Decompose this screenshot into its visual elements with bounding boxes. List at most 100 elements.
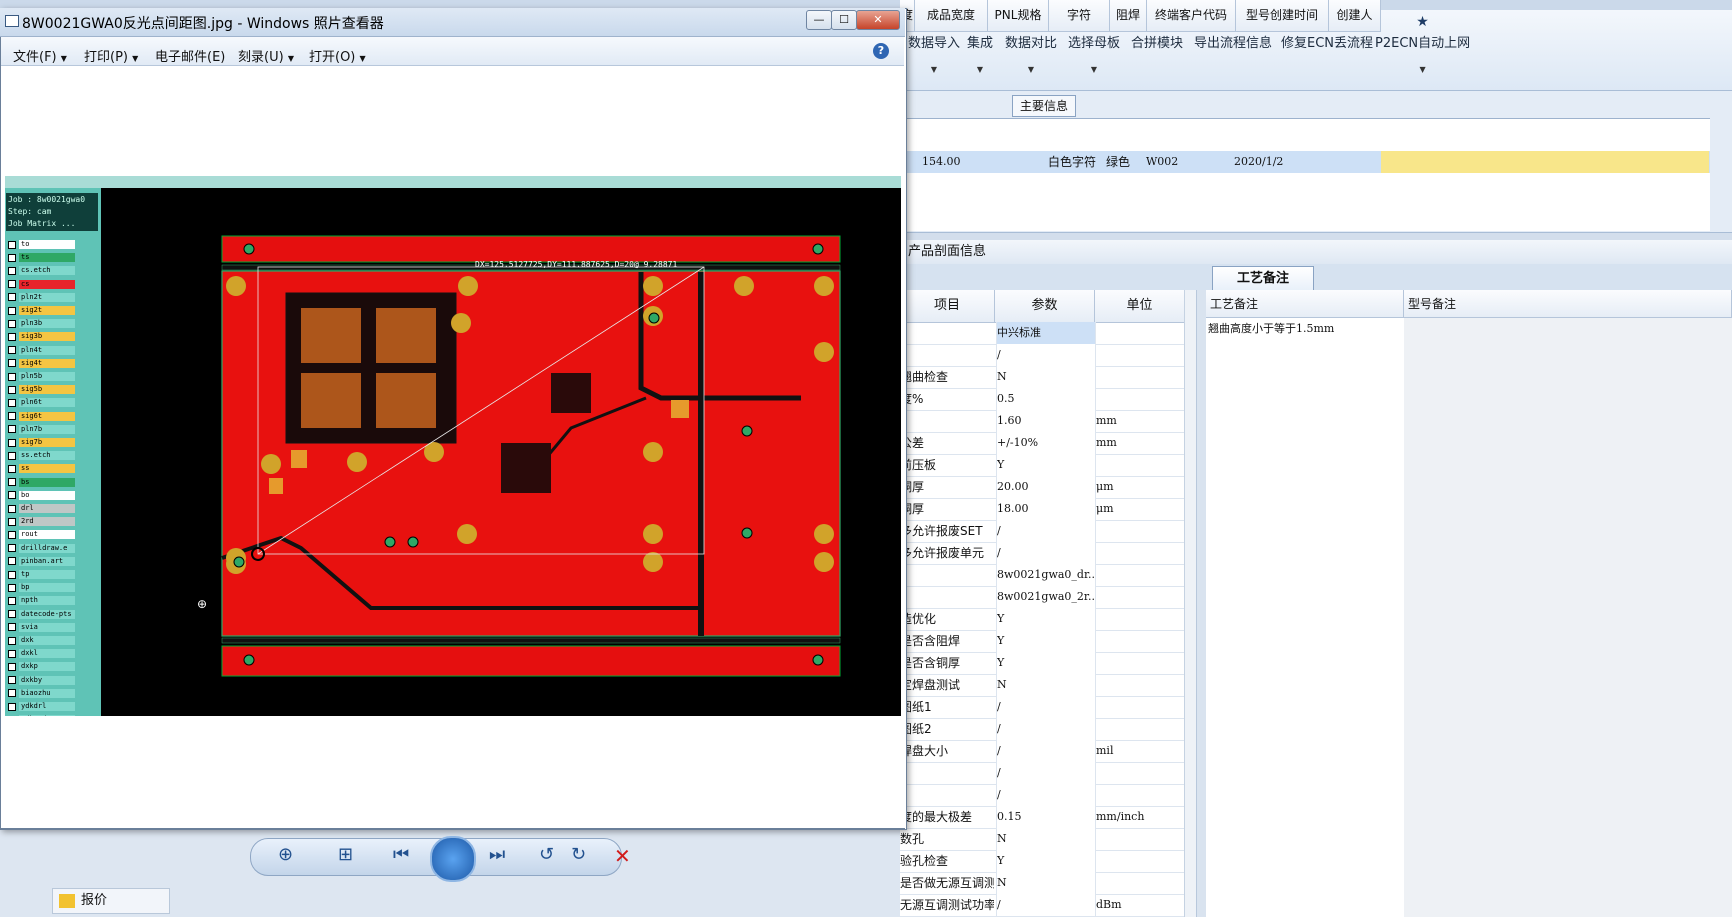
param-value[interactable]: / — [996, 520, 1095, 542]
model-note-area[interactable] — [1404, 318, 1732, 917]
param-value[interactable]: / — [996, 740, 1095, 762]
table-row[interactable]: 验孔检查 Y — [900, 850, 1184, 873]
table-row[interactable]: 焊盘大小 / mil — [900, 740, 1184, 763]
column-header[interactable]: 字符 — [1049, 0, 1110, 32]
param-item: 前压板 — [900, 458, 937, 472]
param-value[interactable]: / — [996, 762, 1095, 784]
menu-file[interactable]: 文件(F) ▼ — [13, 46, 67, 65]
next-icon[interactable]: ⏭ — [489, 844, 505, 865]
slideshow-button[interactable] — [430, 836, 476, 882]
table-row[interactable]: 造优化 Y — [900, 608, 1184, 631]
param-value[interactable]: / — [996, 894, 1095, 916]
param-value[interactable]: N — [996, 872, 1095, 894]
quote-button[interactable]: 报价 — [52, 888, 170, 914]
param-unit — [1095, 652, 1185, 674]
param-value[interactable]: Y — [996, 850, 1095, 872]
chevron-down-icon[interactable]: ▼ — [1005, 65, 1057, 74]
help-icon[interactable]: ? — [873, 43, 889, 59]
column-header-value[interactable]: 参数 — [995, 290, 1095, 323]
table-row[interactable]: 度% 0.5 — [900, 388, 1184, 411]
param-value[interactable]: 0.5 — [996, 388, 1095, 410]
table-row[interactable]: / — [900, 762, 1184, 785]
chevron-down-icon[interactable]: ▼ — [1068, 65, 1120, 74]
actual-size-icon[interactable]: ⊞ — [338, 844, 353, 865]
param-value[interactable]: / — [996, 784, 1095, 806]
param-value[interactable]: N — [996, 828, 1095, 850]
param-value[interactable]: Y — [996, 454, 1095, 476]
close-button[interactable]: ✕ — [856, 10, 900, 30]
table-row[interactable]: / — [900, 784, 1184, 807]
table-row[interactable]: 1.60 mm — [900, 410, 1184, 433]
param-value[interactable]: 1.60 — [996, 410, 1095, 432]
table-row[interactable]: 多允许报废单元 / — [900, 542, 1184, 565]
delete-icon[interactable]: ✕ — [614, 844, 631, 868]
table-row[interactable]: 多允许报废SET / — [900, 520, 1184, 543]
tab-main-info[interactable]: 主要信息 — [1012, 95, 1076, 117]
param-value[interactable]: 中兴标准 — [996, 322, 1095, 344]
column-header[interactable]: 成品宽度 — [915, 0, 988, 32]
param-value[interactable]: / — [996, 696, 1095, 718]
column-header[interactable]: 阻焊 — [1110, 0, 1147, 32]
cam-layer-item: drl — [8, 504, 82, 513]
menu-email[interactable]: 电子邮件(E) — [155, 46, 225, 65]
table-row[interactable]: 铜厚 20.00 μm — [900, 476, 1184, 499]
column-header[interactable]: 型号创建时间 — [1236, 0, 1329, 32]
menu-open[interactable]: 打开(O) ▼ — [309, 46, 366, 65]
column-header-item[interactable]: 项目 — [900, 290, 995, 323]
table-row[interactable]: 图纸2 / — [900, 718, 1184, 741]
previous-icon[interactable]: ⏮ — [393, 844, 409, 865]
column-header-model-note[interactable]: 型号备注 — [1404, 290, 1732, 318]
menu-burn[interactable]: 刻录(U) ▼ — [238, 46, 294, 65]
column-header[interactable]: 终端客户代码 — [1147, 0, 1236, 32]
minimize-button[interactable]: — — [806, 10, 832, 30]
table-row[interactable]: 是否做无源互调测试N — [900, 872, 1184, 895]
param-value[interactable]: 20.00 — [996, 476, 1095, 498]
zoom-icon[interactable]: ⊕ — [278, 844, 293, 865]
table-row[interactable]: 度的最大极差 0.15 mm/inch — [900, 806, 1184, 829]
param-value[interactable]: / — [996, 718, 1095, 740]
table-row[interactable]: 数孔 N — [900, 828, 1184, 851]
param-value[interactable]: / — [996, 542, 1095, 564]
p2ecn-auto-online-button[interactable]: ★ P2ECN自动上网 ▼ — [1375, 12, 1470, 74]
process-note-text[interactable]: 翘曲高度小于等于1.5mm — [1208, 320, 1334, 336]
table-row[interactable]: 无源互调测试功率 / dBm — [900, 894, 1184, 917]
layer-checkbox-icon — [8, 438, 16, 447]
param-value[interactable]: N — [996, 366, 1095, 388]
chevron-down-icon[interactable]: ▼ — [967, 65, 993, 74]
param-value[interactable]: 0.15 — [996, 806, 1095, 828]
table-row[interactable]: 前压板 Y — [900, 454, 1184, 477]
table-row[interactable]: 8w0021gwa0_2r... — [900, 586, 1184, 609]
table-row[interactable]: 公差 +/-10% mm — [900, 432, 1184, 455]
table-row[interactable]: 翘曲检查 N — [900, 366, 1184, 389]
param-value[interactable]: N — [996, 674, 1095, 696]
param-value[interactable]: / — [996, 344, 1095, 366]
param-value[interactable]: Y — [996, 608, 1095, 630]
chevron-down-icon[interactable]: ▼ — [1375, 65, 1470, 74]
chevron-down-icon[interactable]: ▼ — [908, 65, 960, 74]
column-header[interactable]: 创建人 — [1329, 0, 1381, 32]
param-value[interactable]: Y — [996, 652, 1095, 674]
param-value[interactable]: 8w0021gwa0_dr... — [996, 564, 1095, 586]
tab-process-notes[interactable]: 工艺备注 — [1212, 266, 1314, 291]
param-value[interactable]: Y — [996, 630, 1095, 652]
cam-layer-item: sig2t — [8, 306, 82, 315]
table-row[interactable]: 图纸1 / — [900, 696, 1184, 719]
param-value[interactable]: 18.00 — [996, 498, 1095, 520]
table-row[interactable]: 定焊盘测试 N — [900, 674, 1184, 697]
table-row[interactable]: 是否含铜厚 Y — [900, 652, 1184, 675]
column-header-process-note[interactable]: 工艺备注 — [1206, 290, 1404, 318]
table-row[interactable]: 铜厚 18.00 μm — [900, 498, 1184, 521]
layer-checkbox-icon — [8, 306, 16, 315]
table-row[interactable]: 是否含阻焊 Y — [900, 630, 1184, 653]
rotate-left-icon[interactable]: ↺ — [539, 844, 554, 865]
param-value[interactable]: 8w0021gwa0_2r... — [996, 586, 1095, 608]
rotate-right-icon[interactable]: ↻ — [571, 844, 586, 865]
menu-print[interactable]: 打印(P) ▼ — [84, 46, 138, 65]
table-row[interactable]: 8w0021gwa0_dr... — [900, 564, 1184, 587]
column-header-unit[interactable]: 单位 — [1095, 290, 1185, 323]
column-header[interactable]: PNL规格 — [988, 0, 1049, 32]
table-row[interactable]: 中兴标准 — [900, 322, 1184, 345]
param-value[interactable]: +/-10% — [996, 432, 1095, 454]
table-row[interactable]: / — [900, 344, 1184, 367]
maximize-button[interactable]: ☐ — [831, 10, 857, 30]
